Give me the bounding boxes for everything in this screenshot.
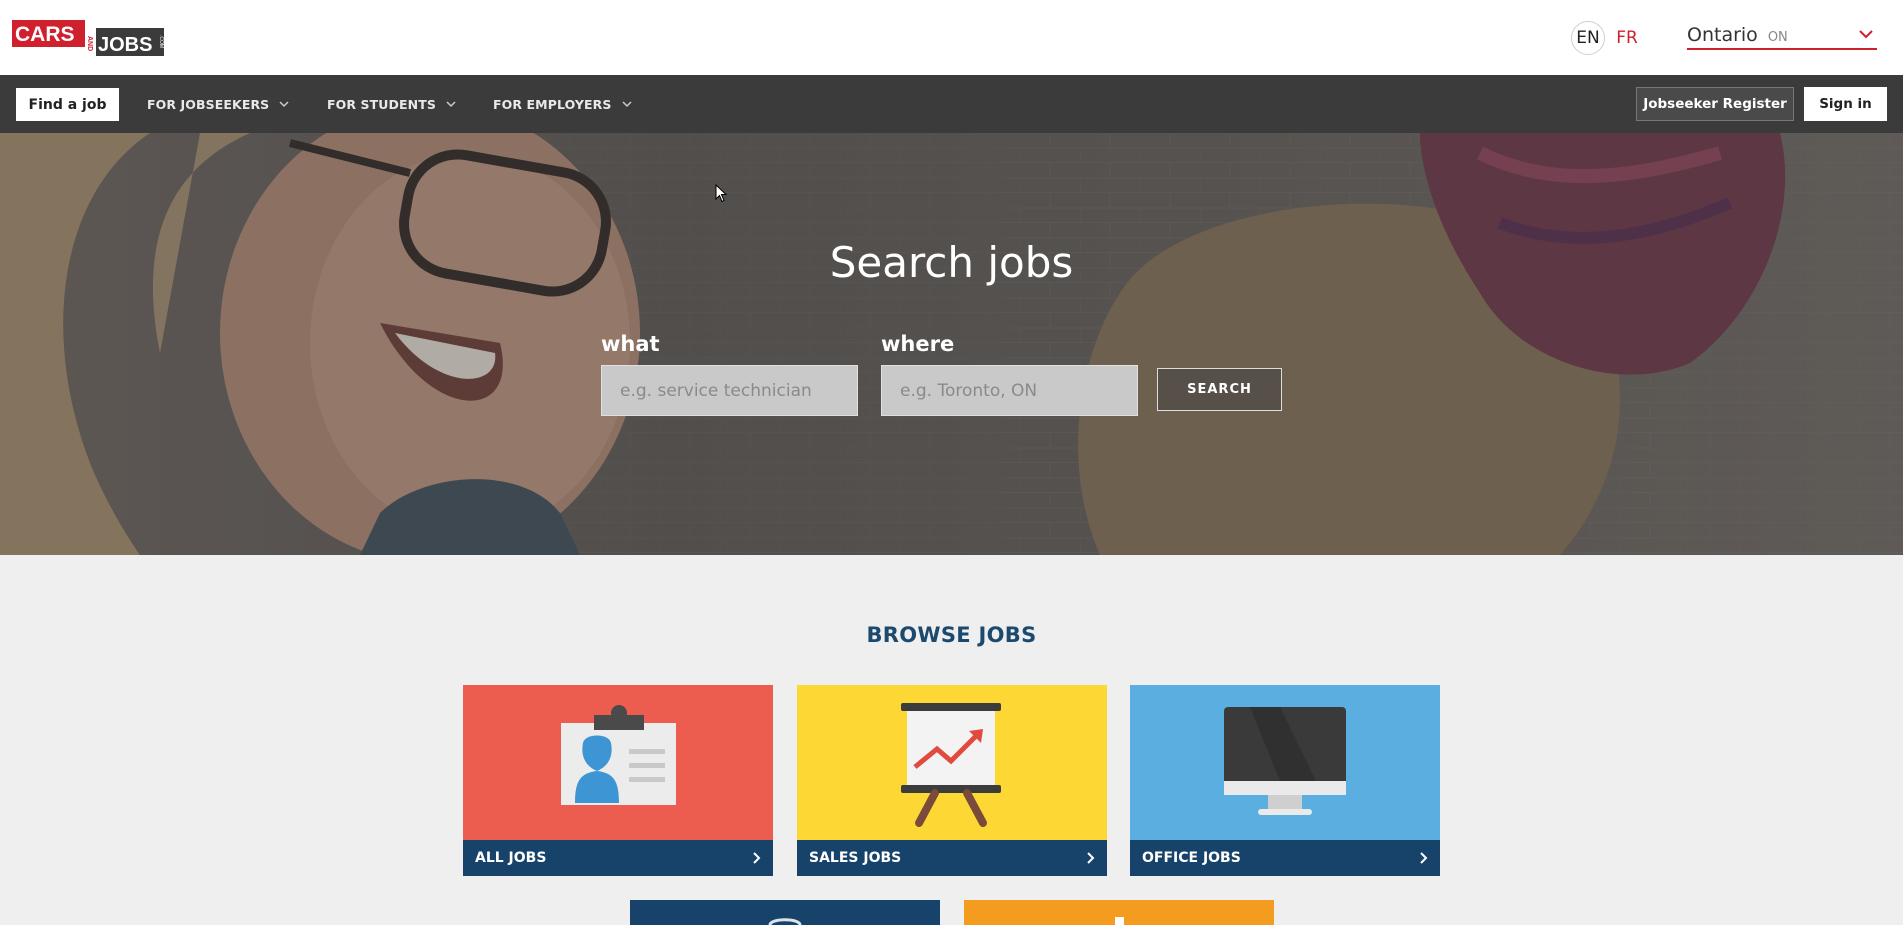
browse-jobs-title: BROWSE JOBS [866, 623, 1037, 647]
tile-sales-jobs[interactable]: SALES JOBS [797, 685, 1107, 876]
tile-label: SALES JOBS [809, 850, 902, 866]
tile-partial-icon [1115, 917, 1124, 925]
tile-all-jobs[interactable]: ALL JOBS [463, 685, 773, 876]
tile-label: OFFICE JOBS [1142, 850, 1241, 866]
monitor-icon [1130, 685, 1440, 840]
where-label: where [881, 332, 955, 356]
logo-jobs-text: JOBS [98, 34, 152, 56]
main-nav: Find a job FOR JOBSEEKERS FOR STUDENTS F… [0, 75, 1903, 133]
chevron-down-icon [1859, 30, 1873, 39]
nav-item-jobseekers[interactable]: FOR JOBSEEKERS [147, 75, 289, 133]
sign-in-button[interactable]: Sign in [1804, 87, 1887, 121]
tile-partial-icon [768, 918, 802, 925]
lang-en-button[interactable]: EN [1571, 21, 1605, 55]
jobseeker-register-button[interactable]: Jobseeker Register [1636, 87, 1794, 121]
tile-partial-1[interactable] [630, 900, 940, 925]
id-badge-icon [463, 685, 773, 840]
chevron-right-icon [753, 852, 761, 864]
where-input[interactable] [881, 365, 1138, 416]
lang-fr-button[interactable]: FR [1610, 21, 1644, 55]
chevron-down-icon [279, 100, 289, 107]
top-header: CARS AND JOBS .COM EN FR Ontario ON [0, 0, 1903, 75]
presentation-chart-icon [797, 685, 1107, 840]
chevron-down-icon [621, 100, 632, 107]
mouse-cursor-icon [715, 184, 727, 203]
find-job-button[interactable]: Find a job [16, 88, 119, 121]
tile-label: ALL JOBS [475, 850, 547, 866]
nav-item-label: FOR STUDENTS [327, 96, 436, 112]
nav-item-students[interactable]: FOR STUDENTS [327, 75, 456, 133]
site-logo[interactable]: CARS AND JOBS .COM [12, 20, 164, 56]
logo-cars-text: CARS [15, 23, 75, 46]
tile-partial-2[interactable] [964, 900, 1274, 925]
chevron-right-icon [1420, 852, 1428, 864]
what-input[interactable] [601, 365, 858, 416]
tile-bar: OFFICE JOBS [1130, 840, 1440, 876]
tile-office-jobs[interactable]: OFFICE JOBS [1130, 685, 1440, 876]
hero-title: Search jobs [829, 238, 1074, 287]
search-button[interactable]: SEARCH [1157, 368, 1282, 411]
what-label: what [601, 332, 660, 356]
logo-and-text: AND [86, 36, 93, 51]
nav-item-employers[interactable]: FOR EMPLOYERS [493, 75, 632, 133]
chevron-down-icon [446, 100, 456, 107]
hero-section: Search jobs what where SEARCH [0, 133, 1903, 555]
tile-bar: ALL JOBS [463, 840, 773, 876]
nav-item-label: FOR EMPLOYERS [493, 96, 612, 112]
tile-bar: SALES JOBS [797, 840, 1107, 876]
region-name: Ontario [1687, 24, 1758, 46]
chevron-right-icon [1087, 852, 1095, 864]
region-code: ON [1767, 30, 1788, 45]
logo-dotcom-text: .COM [158, 35, 164, 48]
region-select[interactable]: Ontario ON [1687, 24, 1877, 50]
nav-item-label: FOR JOBSEEKERS [147, 96, 270, 112]
